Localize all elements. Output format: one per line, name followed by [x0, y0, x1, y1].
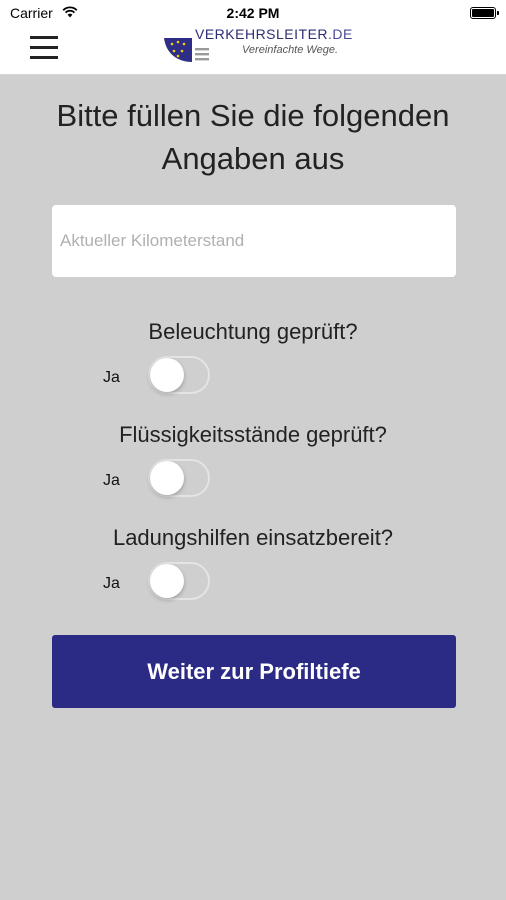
- status-bar: Carrier 2:42 PM: [0, 0, 506, 28]
- toggle-knob: [150, 461, 184, 495]
- toggle-label-cargo: Ja: [103, 575, 120, 592]
- question-label-fluids: Flüssigkeitsstände geprüft?: [119, 422, 387, 447]
- page-heading: Bitte füllen Sie die folgenden Angaben a…: [56, 98, 450, 176]
- question-label-cargo: Ladungshilfen einsatzbereit?: [112, 525, 394, 550]
- clock: 2:42 PM: [226, 5, 280, 21]
- toggle-knob: [150, 564, 184, 598]
- battery-icon: [470, 7, 499, 19]
- navigation-bar: VERKEHRSLEITER.DE Vereinfachte Wege.: [0, 26, 506, 75]
- toggle-label-lighting: Ja: [103, 369, 120, 386]
- continue-button[interactable]: Weiter zur Profiltiefe: [52, 635, 456, 708]
- brand-logo: VERKEHRSLEITER.DE Vereinfachte Wege.: [162, 26, 353, 74]
- question-label-lighting: Beleuchtung geprüft?: [148, 319, 358, 344]
- toggle-fluids[interactable]: [148, 459, 210, 497]
- logo-wordmark: VERKEHRSLEITER.DE: [195, 26, 353, 42]
- hamburger-menu-icon[interactable]: [30, 34, 58, 60]
- logo-tagline: Vereinfachte Wege.: [242, 44, 339, 56]
- mileage-input[interactable]: [52, 205, 456, 277]
- toggle-lighting[interactable]: [148, 356, 210, 394]
- toggle-knob: [150, 358, 184, 392]
- toggle-label-fluids: Ja: [103, 472, 120, 489]
- toggle-cargo[interactable]: [148, 562, 210, 600]
